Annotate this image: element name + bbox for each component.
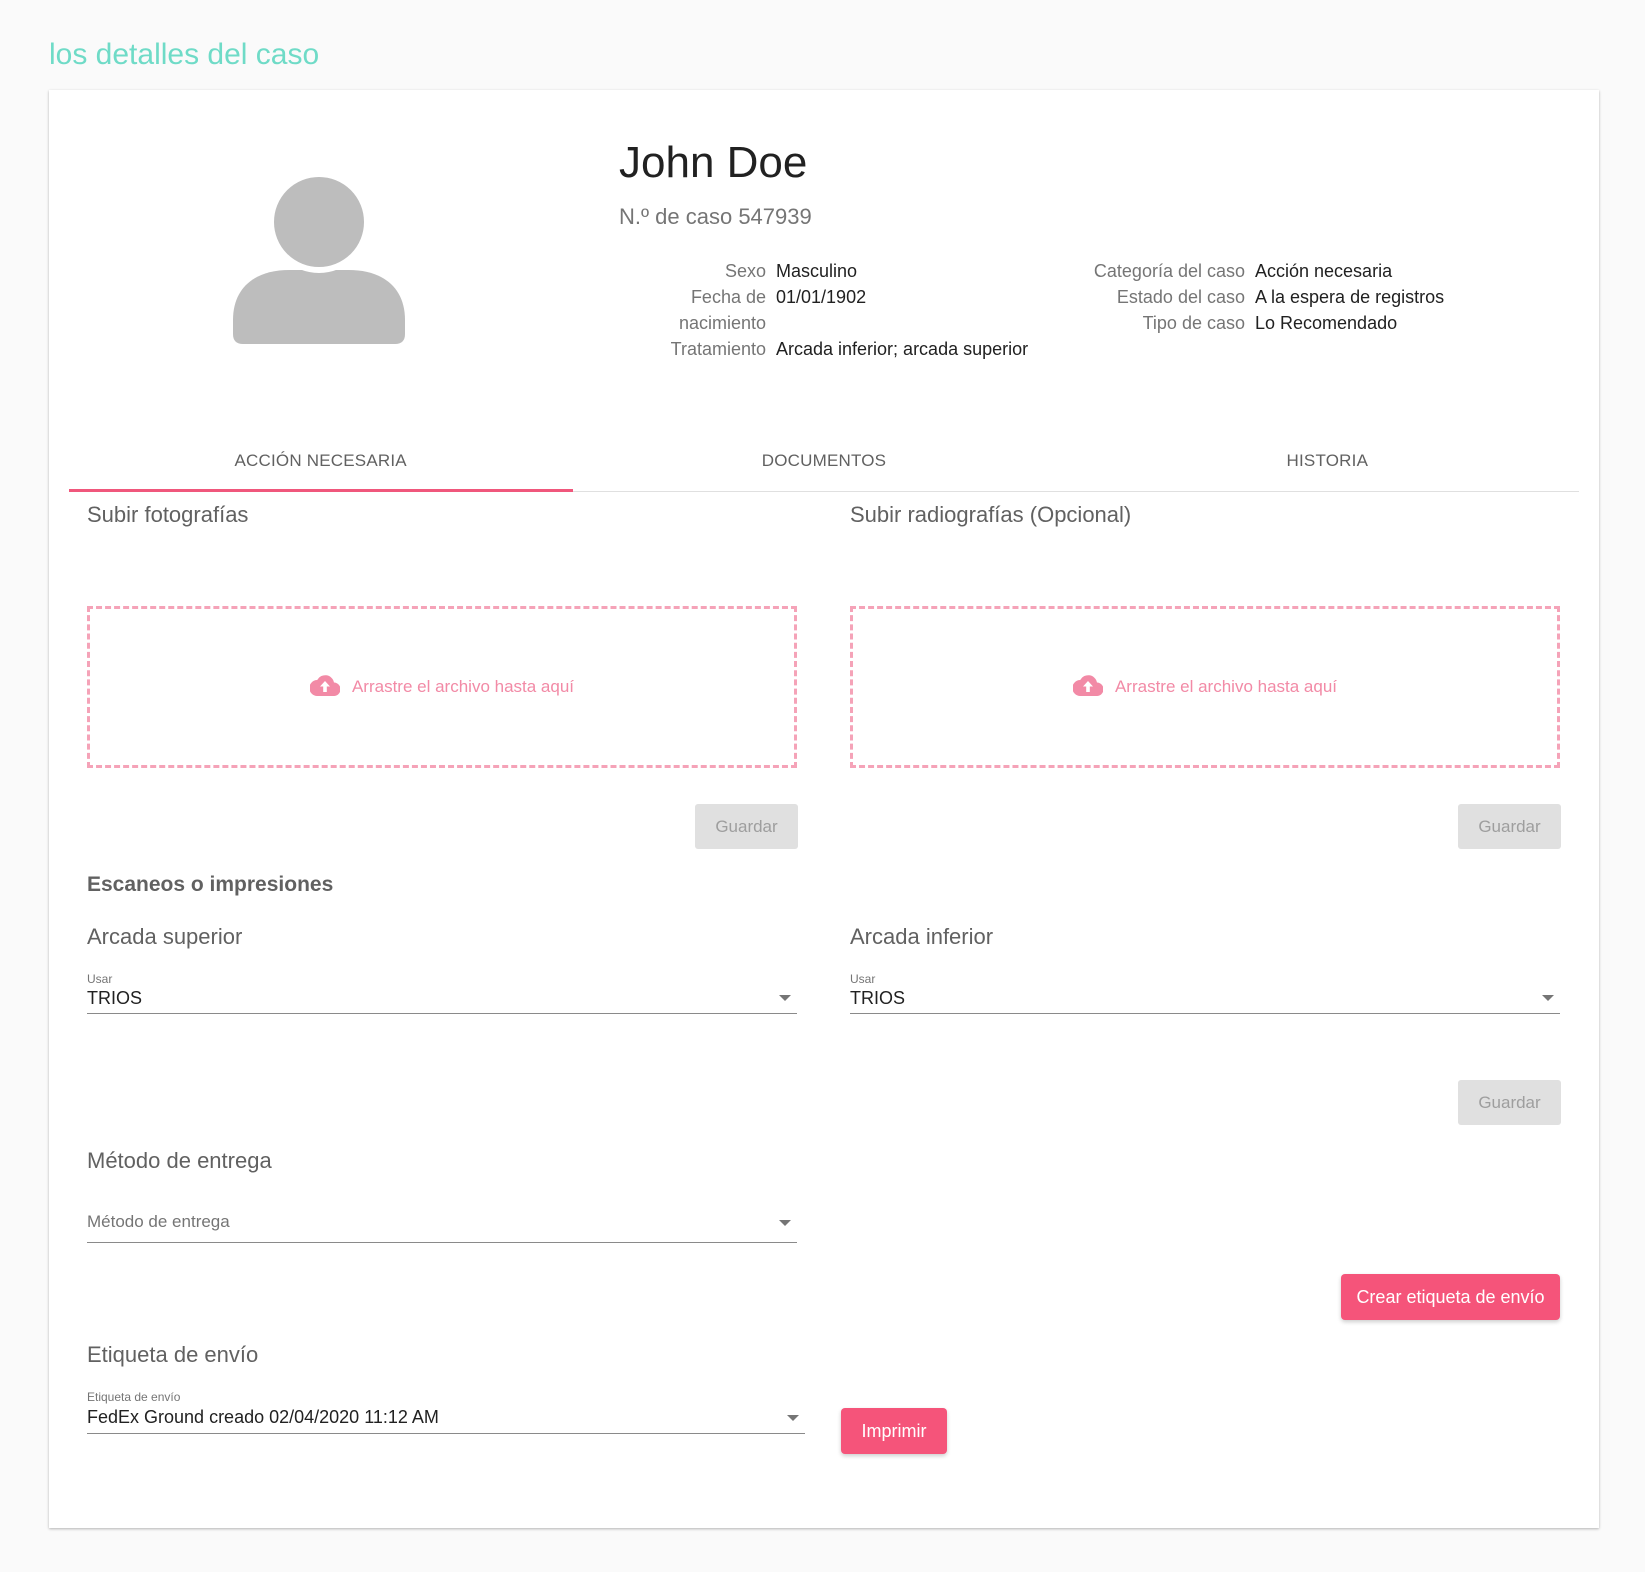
info-label: Tratamiento <box>670 339 766 359</box>
delivery-method-title: Método de entrega <box>87 1148 272 1173</box>
select-label: Usar <box>87 972 113 986</box>
active-tab-indicator <box>69 489 573 492</box>
patient-details-left: Sexo Masculino Fecha de nacimiento 01/01… <box>649 258 1029 362</box>
shipping-label-title: Etiqueta de envío <box>87 1342 259 1367</box>
arrow-drop-down-icon <box>1542 995 1554 1001</box>
tab-history[interactable]: HISTORIA <box>1076 430 1579 491</box>
tab-action-needed[interactable]: ACCIÓN NECESARIA <box>69 430 572 491</box>
xrays-save-button[interactable]: Guardar <box>1458 804 1561 849</box>
info-label: Tipo de caso <box>1142 313 1245 333</box>
print-button[interactable]: Imprimir <box>841 1408 947 1454</box>
cloud-upload-icon <box>309 674 352 701</box>
info-row-case-type: Tipo de caso Lo Recomendado <box>1069 310 1444 336</box>
lower-arch-scanner-select[interactable]: Usar TRIOS <box>850 972 1560 1014</box>
avatar-icon <box>227 170 411 354</box>
create-shipping-label-button[interactable]: Crear etiqueta de envío <box>1341 1274 1560 1320</box>
info-row-status: Estado del caso A la espera de registros <box>1069 284 1444 310</box>
select-label: Usar <box>850 972 876 986</box>
info-row-birthdate: Fecha de nacimiento 01/01/1902 <box>649 284 1028 336</box>
info-value: 01/01/1902 <box>776 287 867 307</box>
patient-details-right: Categoría del caso Acción necesaria Esta… <box>1069 258 1444 336</box>
scans-save-button[interactable]: Guardar <box>1458 1080 1561 1125</box>
info-row-category: Categoría del caso Acción necesaria <box>1069 258 1444 284</box>
info-value: Arcada inferior; arcada superior <box>776 339 1029 359</box>
page-title: los detalles del caso <box>49 38 320 71</box>
tab-documents[interactable]: DOCUMENTOS <box>572 430 1075 491</box>
lower-arch-title: Arcada inferior <box>850 924 994 949</box>
photos-dropzone[interactable]: Arrastre el archivo hasta aquí <box>87 606 797 768</box>
photos-section-title: Subir fotografías <box>87 502 249 527</box>
upper-arch-title: Arcada superior <box>87 924 243 949</box>
info-value: Lo Recomendado <box>1255 313 1398 333</box>
cloud-upload-icon <box>1072 674 1115 701</box>
shipping-label-select[interactable]: Etiqueta de envío FedEx Ground creado 02… <box>87 1390 805 1434</box>
info-row-sex: Sexo Masculino <box>649 258 1028 284</box>
select-value: TRIOS <box>87 988 143 1008</box>
case-details-card: John Doe N.º de caso 547939 Sexo Masculi… <box>49 90 1599 1528</box>
info-value: Acción necesaria <box>1255 261 1393 281</box>
scans-heading: Escaneos o impresiones <box>87 873 334 896</box>
info-label: Categoría del caso <box>1093 261 1245 281</box>
info-label: Sexo <box>724 261 766 281</box>
select-placeholder: Método de entrega <box>87 1212 230 1231</box>
tab-bar: ACCIÓN NECESARIA DOCUMENTOS HISTORIA <box>69 430 1579 492</box>
info-label: Fecha de nacimiento <box>678 287 766 333</box>
select-value: FedEx Ground creado 02/04/2020 11:12 AM <box>87 1407 439 1427</box>
patient-name: John Doe <box>619 138 808 187</box>
arrow-drop-down-icon <box>779 1220 791 1226</box>
case-number: N.º de caso 547939 <box>619 204 812 229</box>
dropzone-text: Arrastre el archivo hasta aquí <box>351 677 575 696</box>
upper-arch-scanner-select[interactable]: Usar TRIOS <box>87 972 797 1014</box>
xrays-section-title: Subir radiografías (Opcional) <box>850 502 1132 527</box>
info-row-treatment: Tratamiento Arcada inferior; arcada supe… <box>649 336 1029 362</box>
info-value: Masculino <box>776 261 858 281</box>
select-label: Etiqueta de envío <box>87 1390 181 1404</box>
arrow-drop-down-icon <box>779 995 791 1001</box>
arrow-drop-down-icon <box>787 1415 799 1421</box>
photos-save-button[interactable]: Guardar <box>695 804 798 849</box>
delivery-method-select[interactable]: Método de entrega <box>87 1204 797 1243</box>
xrays-dropzone[interactable]: Arrastre el archivo hasta aquí <box>850 606 1560 768</box>
info-label: Estado del caso <box>1116 287 1245 307</box>
select-value: TRIOS <box>850 988 906 1008</box>
info-value: A la espera de registros <box>1255 287 1445 307</box>
dropzone-text: Arrastre el archivo hasta aquí <box>1114 677 1338 696</box>
